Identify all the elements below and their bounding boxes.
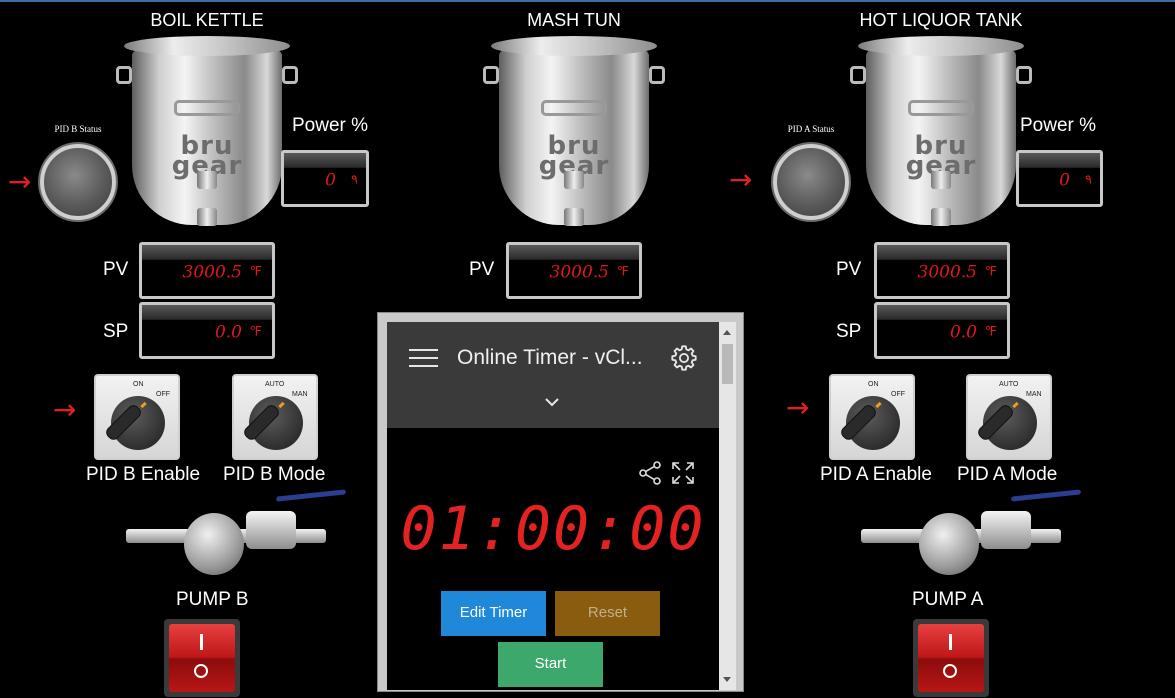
scroll-thumb[interactable] (722, 344, 733, 384)
pid-a-pv-label: PV (836, 259, 862, 280)
timer-title: Online Timer - vCl... (457, 346, 643, 369)
kettle-logo: bru gear (171, 131, 243, 181)
pid-a-sp-unit: ℉ (984, 324, 997, 340)
timer-header: Online Timer - vCl... (387, 322, 719, 428)
pid-b-enable-label: PID B Enable (86, 464, 201, 485)
switch-tag-on: ON (133, 381, 144, 388)
pid-a-power-display: 0 ٩ (1016, 150, 1103, 207)
switch-tag-man: MAN (1026, 391, 1042, 398)
pid-a-sp-label: SP (836, 321, 862, 342)
chevron-down-icon[interactable] (543, 396, 561, 408)
scroll-up-icon[interactable] (723, 330, 731, 335)
pid-a-power-value: 0 (1059, 170, 1070, 191)
switch-tag-off: OFF (891, 391, 905, 398)
pid-b-mode-label: PID B Mode (223, 464, 326, 485)
arrow-annotation-icon: → (8, 165, 32, 198)
pid-b-pv-label: PV (103, 259, 129, 280)
pid-b-mode-switch[interactable]: AUTO MAN (232, 374, 318, 460)
hlt-image: bru gear (850, 36, 1032, 236)
pid-a-mode-label: PID A Mode (957, 464, 1058, 485)
gear-icon[interactable] (670, 344, 698, 372)
reset-button[interactable]: Reset (555, 591, 660, 636)
mash-tun-logo: bru gear (538, 131, 610, 181)
arrow-annotation-icon: → (786, 391, 810, 424)
pid-a-mode-switch[interactable]: AUTO MAN (966, 374, 1052, 460)
pid-a-enable-label: PID A Enable (820, 464, 932, 485)
pid-b-sp-label: SP (103, 321, 129, 342)
mash-pv-value: 3000.5 (549, 262, 609, 283)
pid-b-enable-switch[interactable]: ON OFF (94, 374, 180, 460)
pid-a-sp-value: 0.0 (949, 322, 977, 343)
share-icon[interactable] (637, 460, 663, 486)
timer-widget-frame: Online Timer - vCl... 01:00:00 Edit Time… (377, 312, 744, 692)
pid-b-sp-value: 0.0 (214, 322, 242, 343)
pid-a-pv-unit: ℉ (984, 264, 997, 280)
timer-display: 01:00:00 (400, 494, 706, 564)
arrow-annotation-icon: → (53, 393, 77, 426)
timer-widget: Online Timer - vCl... 01:00:00 Edit Time… (387, 322, 719, 690)
switch-tag-auto: AUTO (265, 381, 285, 388)
mash-pv-display: 3000.5 ℉ (506, 242, 642, 299)
pid-a-sp-display[interactable]: 0.0 ℉ (874, 302, 1010, 359)
pid-b-power-unit: ٩ (351, 172, 358, 188)
start-button[interactable]: Start (498, 642, 603, 687)
pid-a-power-label: Power % (1020, 115, 1097, 136)
pid-b-pv-value: 3000.5 (182, 262, 242, 283)
pid-b-power-value: 0 (325, 170, 336, 191)
pump-b-label: PUMP B (176, 589, 249, 610)
pid-b-power-label: Power % (292, 115, 369, 136)
window-top-border (0, 0, 1175, 2)
mash-pv-unit: ℉ (616, 264, 629, 280)
switch-tag-man: MAN (292, 391, 308, 398)
mash-pv-label: PV (469, 259, 495, 280)
boil-kettle-title: BOIL KETTLE (150, 10, 264, 30)
pid-b-power-display: 0 ٩ (281, 150, 369, 207)
hlt-title: HOT LIQUOR TANK (859, 10, 1023, 30)
pump-b-image (126, 489, 351, 588)
pid-b-sp-display[interactable]: 0.0 ℉ (139, 302, 275, 359)
pid-a-status-led (773, 144, 849, 220)
scroll-down-icon[interactable] (723, 677, 731, 682)
boil-kettle-image: bru gear (116, 36, 298, 236)
menu-icon[interactable] (409, 349, 438, 367)
switch-tag-off: OFF (156, 391, 170, 398)
mash-tun-title: MASH TUN (527, 10, 621, 30)
fullscreen-icon[interactable] (670, 460, 696, 486)
switch-tag-on: ON (868, 381, 879, 388)
pump-a-image (861, 489, 1086, 588)
switch-tag-auto: AUTO (999, 381, 1019, 388)
pid-b-pv-unit: ℉ (249, 264, 262, 280)
pump-a-power-switch[interactable] (913, 619, 989, 697)
pid-a-pv-value: 3000.5 (917, 262, 977, 283)
pump-b-power-switch[interactable] (164, 619, 240, 697)
pid-b-status-label: PID B Status (54, 124, 102, 134)
pid-a-enable-switch[interactable]: ON OFF (829, 374, 915, 460)
pump-a-label: PUMP A (912, 589, 984, 610)
arrow-annotation-icon: → (729, 163, 753, 196)
pid-b-status-led (40, 144, 116, 220)
timer-scrollbar[interactable] (719, 322, 736, 690)
pid-a-pv-display: 3000.5 ℉ (874, 242, 1010, 299)
pid-b-sp-unit: ℉ (249, 324, 262, 340)
edit-timer-button[interactable]: Edit Timer (441, 591, 546, 636)
pid-a-status-label: PID A Status (787, 124, 835, 134)
pid-b-pv-display: 3000.5 ℉ (139, 242, 275, 299)
pid-a-power-unit: ٩ (1085, 172, 1092, 188)
hlt-logo: bru gear (905, 131, 977, 181)
mash-tun-image: bru gear (483, 36, 665, 236)
